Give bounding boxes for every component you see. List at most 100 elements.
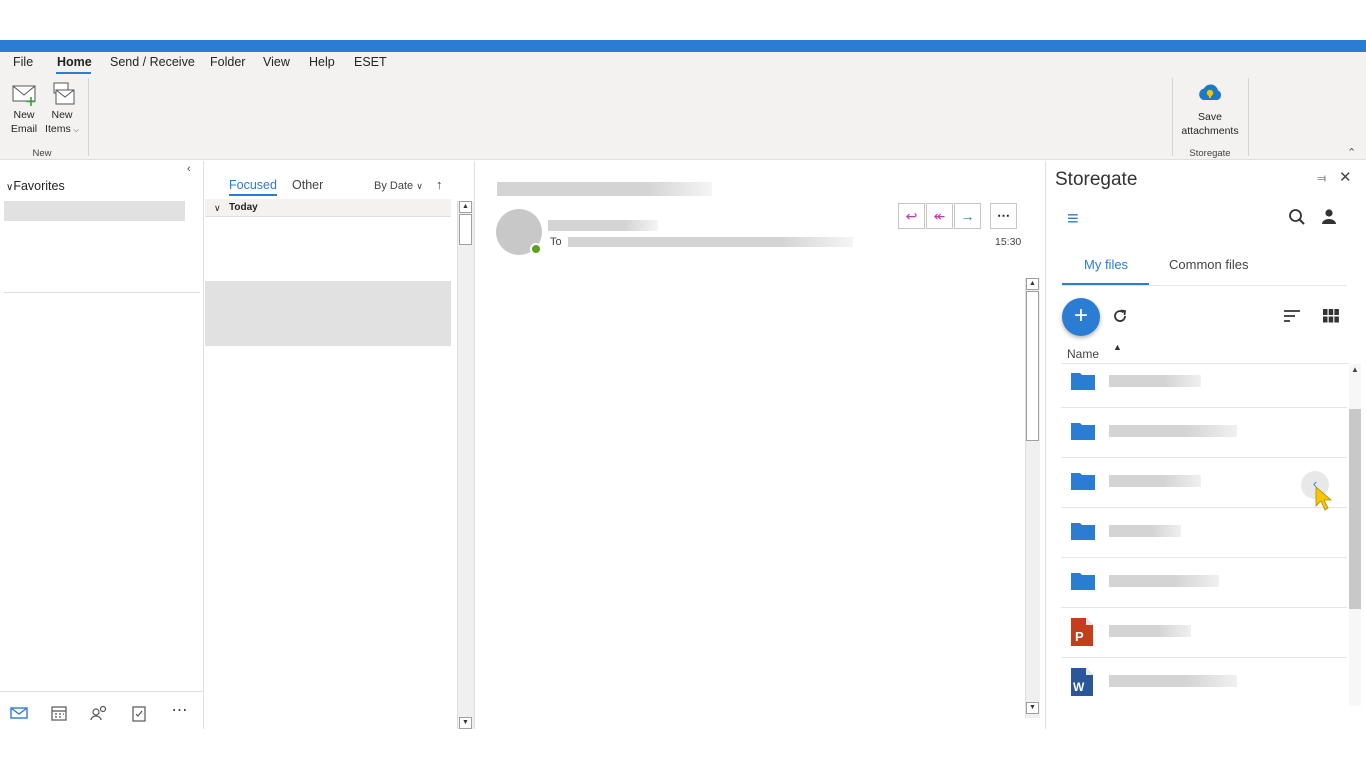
new-email-button[interactable]: New Email [6, 80, 42, 136]
reply-all-icon: ↞ [933, 208, 946, 224]
save-attachments-label-1: Save [1198, 111, 1222, 123]
group-today-label: Today [229, 202, 258, 213]
people-icon[interactable] [89, 704, 109, 722]
more-apps-icon[interactable]: ⋯ [170, 700, 190, 719]
tab-common-files[interactable]: Common files [1169, 257, 1248, 272]
list-item[interactable] [1061, 558, 1347, 608]
sort-icon[interactable] [1283, 309, 1301, 323]
scroll-up-icon[interactable]: ▲ [1026, 278, 1039, 290]
tab-help[interactable]: Help [309, 55, 335, 69]
search-icon[interactable] [1288, 208, 1306, 226]
sort-label: By Date [374, 180, 414, 192]
file-name-placeholder [1109, 375, 1201, 387]
list-item[interactable]: ‹ [1061, 458, 1347, 511]
sort-ascending-icon: ▲ [1113, 342, 1122, 352]
reply-button[interactable]: ↩ [898, 203, 925, 229]
tab-view[interactable]: View [263, 55, 290, 69]
scroll-thumb[interactable] [459, 214, 472, 245]
list-item[interactable] [1061, 508, 1347, 558]
folder-pane: ‹ ∨Favorites ⋯ [0, 161, 204, 729]
plus-icon: + [1073, 302, 1088, 329]
ribbon-tabs: File Home Send / Receive Folder View Hel… [0, 52, 1366, 74]
file-name-placeholder [1109, 475, 1201, 487]
subject-placeholder [497, 182, 712, 196]
save-attachments-button[interactable]: Save attachments [1176, 82, 1244, 138]
collapse-pane-icon[interactable]: ‹ [187, 163, 191, 175]
folder-icon [1071, 373, 1095, 390]
tab-eset[interactable]: ESET [354, 55, 387, 69]
grid-view-icon[interactable] [1323, 309, 1339, 323]
forward-icon: → [960, 208, 975, 224]
more-icon: ⋯ [997, 208, 1010, 223]
mail-icon[interactable] [9, 704, 29, 722]
calendar-icon[interactable] [49, 704, 69, 722]
sort-direction-icon[interactable]: ↑ [436, 177, 443, 192]
tab-focused[interactable]: Focused [229, 178, 277, 196]
divider [1062, 285, 1347, 286]
reply-all-button[interactable]: ↞ [926, 203, 953, 229]
message-item-selected[interactable] [205, 281, 451, 346]
file-list-scrollbar[interactable]: ▲ [1349, 364, 1361, 706]
new-items-button[interactable]: New Items ⌵ [42, 80, 82, 138]
scroll-thumb[interactable] [1026, 291, 1039, 441]
new-items-icon [53, 82, 75, 105]
new-items-label-1: New [51, 109, 73, 121]
recipient-placeholder [568, 237, 853, 247]
collapse-ribbon-icon[interactable]: ⌃ [1347, 146, 1356, 159]
scroll-up-icon[interactable]: ▲ [459, 201, 472, 213]
favorites-header[interactable]: ∨Favorites [6, 179, 65, 193]
chevron-down-icon: ∨ [416, 181, 423, 191]
sort-by-date-button[interactable]: By Date ∨ [374, 180, 423, 192]
group-header-today[interactable]: ∨ Today [205, 199, 451, 217]
scroll-thumb[interactable] [1349, 409, 1361, 609]
chevron-down-icon: ∨ [214, 203, 221, 213]
tab-home[interactable]: Home [57, 55, 92, 69]
account-icon[interactable] [1320, 207, 1338, 225]
refresh-icon[interactable] [1112, 308, 1128, 324]
module-switcher: ⋯ [0, 691, 204, 729]
powerpoint-file-icon: P [1071, 618, 1093, 646]
message-time: 15:30 [995, 236, 1022, 248]
list-item[interactable]: W [1061, 658, 1347, 708]
group-divider [1248, 78, 1249, 156]
tab-folder[interactable]: Folder [210, 55, 245, 69]
reading-pane-scrollbar[interactable]: ▲ ▼ [1025, 278, 1040, 718]
add-button[interactable]: + [1062, 298, 1100, 336]
group-label-storegate: Storegate [1189, 148, 1231, 159]
tab-send-receive[interactable]: Send / Receive [110, 55, 195, 69]
list-item[interactable] [1061, 408, 1347, 458]
window-title-bar [0, 40, 1366, 52]
more-actions-button[interactable]: ⋯ [990, 203, 1017, 229]
list-item[interactable] [1061, 358, 1347, 408]
group-divider [88, 78, 89, 156]
close-icon[interactable]: ✕ [1339, 168, 1352, 186]
favorites-label: Favorites [13, 179, 65, 193]
scroll-down-icon[interactable]: ▼ [1026, 702, 1039, 714]
favorite-folder-item[interactable] [4, 201, 185, 221]
pane-title: Storegate [1055, 169, 1138, 190]
scroll-down-icon[interactable]: ▼ [459, 717, 472, 729]
folder-icon [1071, 523, 1095, 540]
hamburger-menu-icon[interactable]: ≡ [1067, 208, 1079, 231]
folder-icon [1071, 473, 1095, 490]
list-item[interactable]: P [1061, 608, 1347, 658]
tab-my-files[interactable]: My files [1084, 257, 1128, 272]
new-email-label-2: Email [10, 123, 38, 135]
group-label-new: New [32, 148, 52, 159]
reply-icon: ↩ [905, 208, 918, 224]
tab-other[interactable]: Other [292, 178, 323, 192]
tab-file[interactable]: File [13, 55, 33, 69]
tasks-icon[interactable] [129, 704, 149, 722]
scroll-up-icon[interactable]: ▲ [1351, 365, 1359, 374]
file-name-placeholder [1109, 525, 1181, 537]
file-type-letter: P [1075, 629, 1084, 644]
word-file-icon: W [1071, 668, 1093, 696]
forward-button[interactable]: → [954, 203, 981, 229]
new-email-label-1: New [13, 109, 35, 121]
presence-status-icon [530, 243, 542, 255]
pin-icon[interactable]: ⫤ [1317, 171, 1326, 186]
file-name-placeholder [1109, 575, 1219, 587]
folder-icon [1071, 423, 1095, 440]
message-list-scrollbar[interactable]: ▲ ▼ [457, 201, 474, 729]
message-list: Focused Other By Date ∨ ↑ ∨ Today ▲ ▼ [205, 161, 475, 729]
